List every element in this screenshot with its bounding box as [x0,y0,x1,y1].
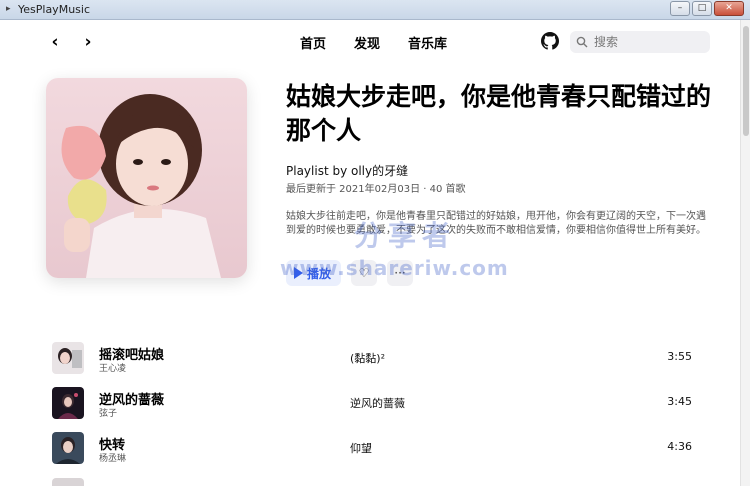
search-input[interactable] [594,35,694,49]
playlist-title: 姑娘大步走吧，你是他青春只配错过的那个人 [286,82,712,145]
close-button[interactable]: ✕ [714,1,744,16]
search-icon [576,36,588,48]
nav-links: 首页 发现 音乐库 [300,20,475,64]
forward-button[interactable]: › [78,32,98,52]
track-artist[interactable]: 王心凌 [99,361,126,374]
window-controls: – □ ✕ [670,1,744,16]
track-row[interactable]: 逆风的蔷薇 弦子 逆风的蔷薇 3:45 [52,387,712,423]
track-artist[interactable]: 杨丞琳 [99,451,126,464]
cover-image [46,78,247,278]
window-title: YesPlayMusic [18,3,90,16]
nav-link-explore[interactable]: 发现 [354,33,380,52]
track-duration: 4:36 [667,440,692,453]
search-box[interactable] [570,31,710,53]
track-duration: 3:45 [667,395,692,408]
track-album[interactable]: (黏黏)² [350,350,385,366]
scrollbar[interactable] [740,20,750,486]
playlist-author[interactable]: Playlist by olly的牙缝 [286,162,408,179]
nav-link-home[interactable]: 首页 [300,33,326,52]
maximize-button[interactable]: □ [692,1,712,16]
github-icon[interactable] [541,32,559,50]
nav-link-library[interactable]: 音乐库 [408,33,447,52]
track-album[interactable]: 仰望 [350,440,372,456]
play-button[interactable]: 播放 [286,260,342,286]
app-icon: ▸ [6,4,11,14]
back-button[interactable]: ‹ [45,32,65,52]
playlist-actions: 播放 ♡ ··· [286,260,414,286]
track-duration: 3:55 [667,350,692,363]
track-cover [52,432,84,464]
playlist-cover [46,78,247,278]
window-titlebar: ▸ YesPlayMusic – □ ✕ [0,0,750,20]
track-artist[interactable]: 弦子 [99,406,117,419]
track-album[interactable]: 逆风的蔷薇 [350,395,405,411]
track-cover [52,342,84,374]
play-label: 播放 [307,266,332,281]
navbar: ‹ › 首页 发现 音乐库 [0,20,740,64]
track-cover [52,387,84,419]
more-button[interactable]: ··· [387,260,414,286]
track-cover [52,478,84,486]
playlist-meta: 最后更新于 2021年02月03日 · 40 首歌 [286,184,466,195]
track-row[interactable] [52,478,712,486]
minimize-button[interactable]: – [670,1,690,16]
scrollbar-thumb[interactable] [743,26,749,136]
play-icon [294,267,303,279]
track-row[interactable]: 快转 杨丞琳 仰望 4:36 [52,432,712,468]
like-button[interactable]: ♡ [351,260,378,286]
heart-icon: ♡ [358,266,370,280]
track-row[interactable]: 摇滚吧姑娘 王心凌 (黏黏)² 3:55 [52,342,712,378]
more-icon: ··· [394,266,406,280]
playlist-description[interactable]: 姑娘大步往前走吧，你是他青春里只配错过的好姑娘，甩开他，你会有更辽阔的天空，下一… [286,210,706,238]
